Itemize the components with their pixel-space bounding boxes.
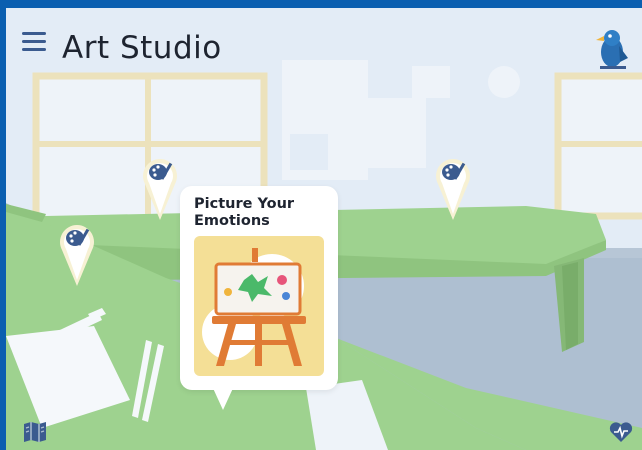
activity-title-line-1: Picture Your — [194, 196, 295, 212]
art-studio-screen: Art Studio Picture Your Emotions — [6, 8, 642, 450]
hamburger-menu-icon — [22, 32, 46, 35]
paint-palette-map-pin-icon[interactable] — [141, 148, 179, 222]
popup-pointer — [212, 386, 234, 410]
heart-icon[interactable] — [608, 420, 634, 444]
activity-illustration — [194, 236, 324, 376]
page-title: Art Studio — [62, 30, 222, 66]
activity-title-line-2: Emotions — [194, 213, 270, 229]
paint-palette-map-pin-icon[interactable] — [434, 148, 472, 222]
blue-bird-logo-icon[interactable] — [592, 26, 632, 72]
map-book-icon[interactable] — [22, 420, 48, 444]
menu-line — [22, 40, 46, 43]
activity-popup-card[interactable]: Picture Your Emotions — [180, 186, 338, 410]
app-frame: Art Studio Picture Your Emotions — [0, 0, 642, 450]
easel-painting-icon — [202, 248, 306, 366]
activity-title: Picture Your Emotions — [194, 196, 326, 230]
menu-line — [22, 48, 46, 51]
menu-button[interactable] — [22, 32, 46, 54]
paint-palette-map-pin-icon[interactable] — [58, 214, 96, 288]
